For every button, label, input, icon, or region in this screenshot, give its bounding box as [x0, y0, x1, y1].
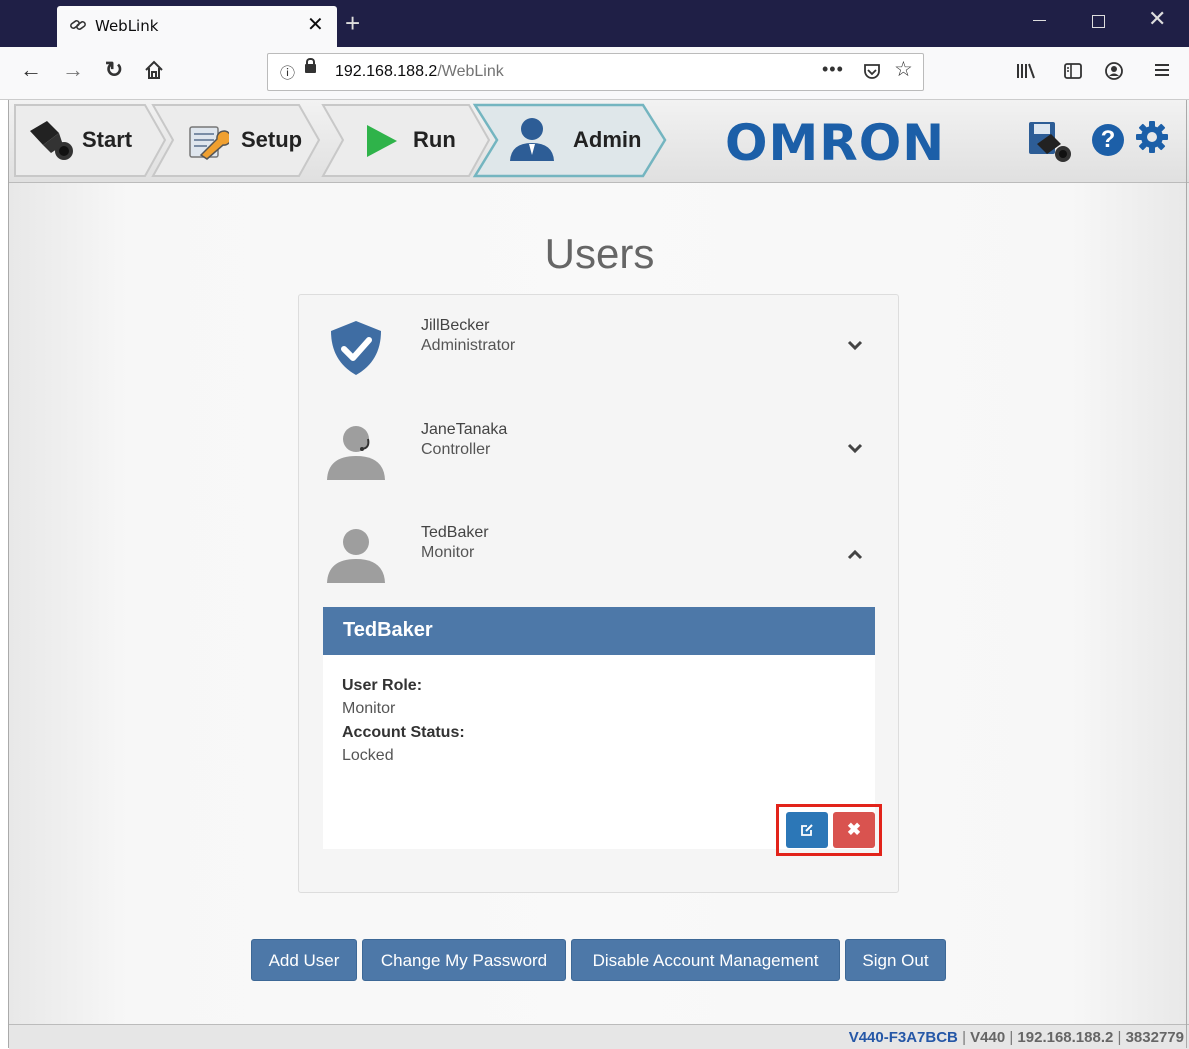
page-title: Users — [544, 230, 655, 277]
url-text: 192.168.188.2/WebLink — [335, 63, 504, 81]
highlight-box — [776, 804, 882, 856]
forward-icon[interactable]: → — [60, 57, 86, 83]
add-user-button[interactable]: Add User — [251, 939, 357, 981]
tab-title: WebLink — [95, 17, 159, 35]
url-bar[interactable]: ⓘ 192.168.188.2/WebLink ••• ☆ — [267, 53, 924, 91]
account-status-value: Locked — [342, 747, 394, 764]
step-admin[interactable]: Admin — [471, 103, 671, 178]
device-ip: 192.168.188.2 — [1017, 1029, 1114, 1046]
step-run-label: Run — [413, 127, 456, 152]
device-id: V440-F3A7BCB — [848, 1029, 958, 1046]
user-icon — [325, 523, 387, 585]
user-name: TedBaker — [421, 524, 489, 541]
save-camera-icon[interactable] — [1027, 120, 1071, 162]
user-row-jillbecker[interactable]: JillBecker Administrator — [299, 295, 898, 398]
disable-account-management-button[interactable]: Disable Account Management — [571, 939, 840, 981]
app-toolbar: Start Setup Run Admin OMRON ? — [9, 100, 1189, 183]
info-icon[interactable]: ⓘ — [280, 62, 295, 83]
chevron-down-icon[interactable] — [847, 335, 863, 356]
step-admin-label: Admin — [573, 127, 642, 152]
gear-icon[interactable] — [1133, 118, 1171, 166]
window-titlebar: WebLink ✕ + ✕ — [0, 0, 1189, 47]
user-headset-icon — [325, 420, 387, 482]
status-text: V440-F3A7BCB | V440 | 192.168.188.2 | 38… — [849, 1029, 1184, 1046]
close-tab-icon[interactable]: ✕ — [307, 12, 324, 37]
step-start-label: Start — [82, 127, 133, 152]
step-setup[interactable]: Setup — [151, 103, 326, 178]
status-separator: | — [1113, 1029, 1126, 1046]
sidebar-icon[interactable] — [1063, 61, 1083, 86]
step-start[interactable]: Start — [11, 103, 171, 178]
status-bar: V440-F3A7BCB | V440 | 192.168.188.2 | 38… — [9, 1024, 1189, 1049]
reload-icon[interactable]: ↻ — [101, 57, 127, 83]
bookmark-star-icon[interactable]: ☆ — [894, 57, 913, 82]
home-icon[interactable] — [141, 57, 167, 83]
lock-icon — [305, 58, 316, 73]
user-role: Monitor — [421, 544, 475, 561]
user-role: Controller — [421, 441, 491, 458]
help-icon[interactable]: ? — [1092, 124, 1124, 156]
link-icon — [69, 16, 87, 34]
user-name: JillBecker — [421, 317, 490, 334]
shield-check-icon — [325, 317, 387, 379]
device-code: 3832779 — [1125, 1029, 1184, 1046]
user-role-label: User Role: — [342, 677, 423, 694]
menu-icon[interactable] — [1153, 61, 1171, 84]
new-tab-button[interactable]: + — [345, 8, 360, 39]
browser-navbar: ← → ↻ ⓘ 192.168.188.2/WebLink ••• ☆ — [0, 47, 1189, 100]
user-detail-name: TedBaker — [343, 619, 433, 641]
url-host: 192.168.188.2 — [335, 63, 438, 80]
chevron-down-icon[interactable] — [847, 438, 863, 459]
omron-logo: OMRON — [725, 114, 946, 172]
user-row-tedbaker[interactable]: TedBaker Monitor — [299, 501, 898, 604]
chevron-up-icon[interactable] — [847, 545, 863, 566]
user-name: JaneTanaka — [421, 421, 508, 438]
user-detail-header: TedBaker — [323, 607, 875, 655]
user-role: Administrator — [421, 337, 516, 354]
user-role-value: Monitor — [342, 700, 396, 717]
status-separator: | — [957, 1029, 971, 1046]
sign-out-button[interactable]: Sign Out — [845, 939, 946, 981]
device-model: V440 — [970, 1029, 1006, 1046]
change-password-button[interactable]: Change My Password — [362, 939, 566, 981]
library-icon[interactable] — [1015, 61, 1037, 86]
maximize-icon[interactable] — [1092, 15, 1105, 28]
browser-tab[interactable]: WebLink ✕ — [57, 6, 337, 47]
account-status-label: Account Status: — [342, 724, 465, 741]
page-actions-icon[interactable]: ••• — [822, 59, 844, 80]
window-border — [1186, 100, 1187, 1048]
page-content: Start Setup Run Admin OMRON ? Users Jill… — [8, 100, 1189, 1049]
url-path: /WebLink — [437, 63, 504, 80]
back-icon[interactable]: ← — [18, 57, 44, 83]
step-run[interactable]: Run — [321, 103, 496, 178]
status-separator: | — [1005, 1029, 1018, 1046]
user-row-janetanaka[interactable]: JaneTanaka Controller — [299, 398, 898, 501]
window-close-icon[interactable]: ✕ — [1148, 6, 1166, 32]
step-setup-label: Setup — [241, 127, 303, 152]
account-icon[interactable] — [1104, 61, 1124, 86]
pocket-icon[interactable] — [862, 58, 882, 88]
minimize-icon[interactable] — [1030, 10, 1050, 30]
